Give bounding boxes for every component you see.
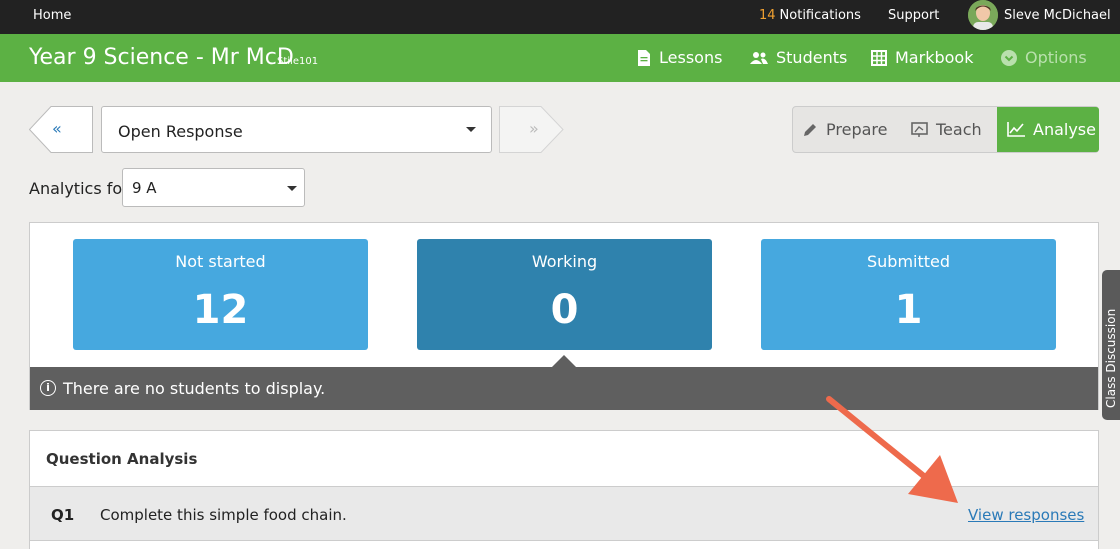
mode-prepare[interactable]: Prepare (803, 107, 887, 152)
nav-students-label: Students (776, 48, 848, 67)
mode-toggle: Prepare Teach Analyse (792, 106, 1099, 153)
mode-prepare-label: Prepare (826, 120, 888, 139)
mode-analyse-label: Analyse (1033, 120, 1096, 139)
empty-message: There are no students to display. (63, 379, 326, 398)
question-analysis-title: Question Analysis (46, 450, 198, 468)
empty-message-bar: i There are no students to display. (30, 367, 1098, 410)
class-select[interactable]: 9 A (122, 168, 305, 207)
stat-not-started-value: 12 (192, 287, 249, 333)
previous-arrow-icon: « (52, 119, 62, 138)
presentation-icon (911, 122, 928, 137)
question-row: Q1 Complete this simple food chain. View… (30, 486, 1098, 541)
line-chart-icon (1007, 122, 1025, 137)
stat-submitted-value: 1 (894, 287, 923, 333)
previous-lesson-button[interactable]: « (28, 106, 93, 153)
users-icon (750, 51, 768, 64)
view-responses-link[interactable]: View responses (968, 506, 1084, 524)
chevron-down-circle-icon (1001, 49, 1017, 66)
stat-working-value: 0 (550, 287, 579, 333)
selection-pointer (552, 355, 576, 367)
caret-down-icon (466, 127, 476, 132)
mode-teach-label: Teach (936, 120, 982, 139)
question-number: Q1 (51, 506, 75, 524)
nav-markbook[interactable]: Markbook (871, 48, 973, 67)
info-icon: i (40, 380, 56, 396)
analytics-for-label: Analytics for (29, 179, 129, 198)
course-header: Year 9 Science - Mr McD Stile101 Lessons… (0, 34, 1120, 82)
question-text: Complete this simple food chain. (100, 506, 347, 524)
avatar[interactable] (968, 0, 998, 30)
course-title: Year 9 Science - Mr McD (29, 45, 294, 70)
lesson-select-value: Open Response (118, 122, 243, 141)
stat-working-label: Working (531, 252, 598, 271)
stat-submitted[interactable]: Submitted 1 (761, 239, 1056, 350)
nav-students[interactable]: Students (750, 48, 847, 67)
top-bar: Home 14 Notifications Support Sleve McDic… (0, 0, 1120, 34)
pencil-icon (804, 124, 816, 136)
course-code: Stile101 (277, 56, 319, 67)
stats-panel: Not started 12 Working 0 Submitted 1 i T… (29, 222, 1099, 410)
next-arrow-icon: » (529, 119, 539, 138)
stat-not-started[interactable]: Not started 12 (73, 239, 368, 350)
document-icon (638, 49, 650, 66)
class-discussion-label: Class Discussion (1104, 308, 1118, 408)
next-lesson-button[interactable]: » (499, 106, 564, 153)
stat-not-started-label: Not started (175, 252, 266, 271)
nav-lessons-label: Lessons (659, 48, 723, 67)
notifications-count: 14 (759, 8, 776, 23)
nav-options[interactable]: Options (1001, 48, 1087, 67)
support-link[interactable]: Support (888, 8, 939, 23)
mode-teach[interactable]: Teach (911, 107, 982, 152)
user-name[interactable]: Sleve McDichael (1004, 8, 1111, 23)
caret-down-icon (287, 186, 297, 191)
stat-submitted-label: Submitted (866, 252, 951, 271)
mode-analyse[interactable]: Analyse (997, 107, 1099, 152)
class-select-value: 9 A (132, 179, 157, 197)
nav-lessons[interactable]: Lessons (637, 48, 722, 67)
stat-working[interactable]: Working 0 (417, 239, 712, 350)
question-analysis-panel: Question Analysis Q1 Complete this simpl… (29, 430, 1099, 549)
nav-options-label: Options (1025, 48, 1087, 67)
notifications-link[interactable]: 14 Notifications (759, 8, 861, 23)
nav-markbook-label: Markbook (895, 48, 974, 67)
avatar-image (968, 0, 998, 30)
lesson-select[interactable]: Open Response (101, 106, 492, 153)
notifications-label: Notifications (779, 8, 861, 23)
home-link[interactable]: Home (33, 8, 71, 23)
class-discussion-tab[interactable]: Class Discussion (1102, 270, 1120, 420)
grid-icon (871, 49, 887, 66)
